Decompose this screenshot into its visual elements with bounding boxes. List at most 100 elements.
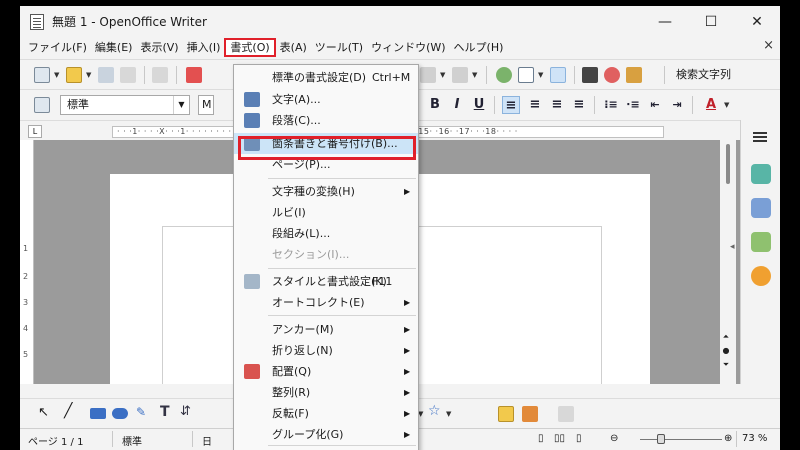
zoom-slider-track[interactable] (640, 439, 722, 440)
multi-page-view-icon[interactable]: ▯▯ (554, 433, 565, 444)
menu-window[interactable]: ウィンドウ(W) (367, 38, 449, 57)
freeform-line-icon[interactable]: ✎ (136, 405, 146, 419)
sidebar-collapse-icon[interactable]: ◂ (730, 242, 735, 252)
edit-file-icon[interactable] (152, 67, 168, 83)
menu-help[interactable]: ヘルプ(H) (450, 38, 508, 57)
format-menu-item[interactable]: 反転(F) ▶ (234, 403, 418, 424)
sidebar-menu-icon[interactable] (753, 132, 767, 134)
maximize-button[interactable]: ☐ (688, 6, 734, 37)
select-arrow-icon[interactable]: ↖ (38, 405, 49, 420)
chevron-down-icon[interactable]: ▼ (724, 101, 729, 109)
menu-format[interactable]: 書式(O) (224, 38, 276, 57)
bold-button[interactable]: B (426, 96, 444, 114)
open-folder-icon[interactable] (66, 67, 82, 83)
bullets-button[interactable]: ∙≡ (624, 96, 642, 114)
export-pdf-icon[interactable] (186, 67, 202, 83)
properties-icon[interactable] (751, 164, 771, 184)
chevron-down-icon[interactable]: ▼ (446, 410, 451, 418)
ellipse-icon[interactable] (112, 408, 128, 419)
align-center-button[interactable]: ≡ (526, 96, 544, 114)
styles-panel-icon[interactable] (751, 198, 771, 218)
close-document-icon[interactable]: × (763, 38, 774, 53)
align-right-button[interactable]: ≡ (548, 96, 566, 114)
menu-edit[interactable]: 編集(E) (91, 38, 137, 57)
format-menu-item[interactable]: 文字種の変換(H) ▶ (234, 181, 418, 202)
navigator-panel-icon[interactable] (751, 266, 771, 286)
chevron-down-icon[interactable]: ▼ (538, 71, 543, 79)
font-color-button[interactable]: A (702, 96, 720, 114)
extrusion-icon[interactable] (558, 406, 574, 422)
navigation-icon[interactable]: ● (719, 346, 733, 358)
scrollbar-thumb[interactable] (726, 144, 730, 184)
format-menu-item[interactable]: グループ化(G) ▶ (234, 424, 418, 445)
format-menu-item[interactable]: 標準の書式設定(D) Ctrl+M (234, 67, 418, 88)
single-page-view-icon[interactable]: ▯ (538, 433, 544, 444)
italic-button[interactable]: I (448, 96, 466, 114)
increase-indent-button[interactable]: ⇥ (668, 96, 686, 114)
close-button[interactable]: ✕ (734, 6, 780, 37)
new-document-icon[interactable] (34, 67, 50, 83)
zoom-slider-thumb[interactable] (657, 434, 665, 444)
page-indicator[interactable]: ページ 1 / 1 (28, 433, 83, 448)
align-left-button[interactable]: ≡ (502, 96, 520, 114)
numbering-button[interactable]: ⁝≡ (602, 96, 620, 114)
underline-button[interactable]: U (470, 96, 488, 114)
hyperlink-icon[interactable] (496, 67, 512, 83)
menu-view[interactable]: 表示(V) (136, 38, 182, 57)
rectangle-icon[interactable] (90, 408, 106, 419)
zoom-in-icon[interactable]: ⊕ (724, 433, 732, 444)
from-file-icon[interactable] (522, 406, 538, 422)
find-replace-icon[interactable] (582, 67, 598, 83)
format-menu-item[interactable]: 配置(Q) ▶ (234, 361, 418, 382)
chevron-down-icon[interactable]: ▼ (173, 96, 189, 114)
chevron-down-icon[interactable]: ▼ (440, 71, 445, 79)
zoom-level[interactable]: 73 % (742, 433, 767, 444)
paragraph-style-box[interactable]: 標準 ▼ (60, 95, 190, 115)
zoom-out-icon[interactable]: ⊖ (610, 433, 618, 444)
format-menu-item[interactable]: 折り返し(N) ▶ (234, 340, 418, 361)
menu-tools[interactable]: ツール(T) (311, 38, 367, 57)
email-icon[interactable] (120, 67, 136, 83)
stars-icon[interactable]: ☆ (428, 403, 441, 419)
format-menu-item[interactable]: ルビ(I) (234, 202, 418, 223)
next-page-icon[interactable]: ⏷ (719, 360, 733, 372)
vertical-text-icon[interactable]: ⇵ (180, 404, 191, 419)
fontwork-icon[interactable] (498, 406, 514, 422)
gallery-icon[interactable] (626, 67, 642, 83)
undo-icon[interactable] (420, 67, 436, 83)
menu-insert[interactable]: 挿入(I) (183, 38, 225, 57)
justify-button[interactable]: ≡ (570, 96, 588, 114)
search-text-label[interactable]: 検索文字列 (676, 65, 731, 85)
save-icon[interactable] (98, 67, 114, 83)
tab-stop-selector-icon[interactable]: L (28, 125, 42, 138)
table-icon[interactable] (518, 67, 534, 83)
line-icon[interactable]: ╱ (64, 403, 72, 419)
gallery-panel-icon[interactable] (751, 232, 771, 252)
page-style-indicator[interactable]: 標準 (122, 433, 142, 448)
format-menu-item[interactable]: 整列(R) ▶ (234, 382, 418, 403)
text-icon[interactable]: T (160, 404, 170, 420)
format-menu-item[interactable]: オートコレクト(E) ▶ (234, 292, 418, 313)
format-menu-item[interactable]: 段落(C)... (234, 110, 418, 131)
book-view-icon[interactable]: ▯ (576, 433, 582, 444)
previous-page-icon[interactable]: ⏶ (719, 332, 733, 344)
decrease-indent-button[interactable]: ⇤ (646, 96, 664, 114)
format-menu-item[interactable]: 文字(A)... (234, 89, 418, 110)
show-draw-functions-icon[interactable] (550, 67, 566, 83)
format-menu-item[interactable]: 段組み(L)... (234, 223, 418, 244)
styles-icon (244, 274, 260, 289)
menu-separator (268, 315, 416, 316)
styles-formatting-icon[interactable] (34, 97, 50, 113)
chevron-down-icon[interactable]: ▼ (472, 71, 477, 79)
chevron-down-icon[interactable]: ▼ (86, 71, 91, 79)
language-indicator[interactable]: 日 (202, 433, 212, 448)
chevron-down-icon[interactable]: ▼ (54, 71, 59, 79)
menu-table[interactable]: 表(A) (276, 38, 311, 57)
font-name-box[interactable]: M (198, 95, 214, 115)
format-menu-item[interactable]: アンカー(M) ▶ (234, 319, 418, 340)
minimize-button[interactable]: — (642, 6, 688, 37)
navigator-icon[interactable] (604, 67, 620, 83)
menu-file[interactable]: ファイル(F) (24, 38, 91, 57)
redo-icon[interactable] (452, 67, 468, 83)
format-menu-item[interactable]: スタイルと書式設定(K) F11 (234, 271, 418, 292)
